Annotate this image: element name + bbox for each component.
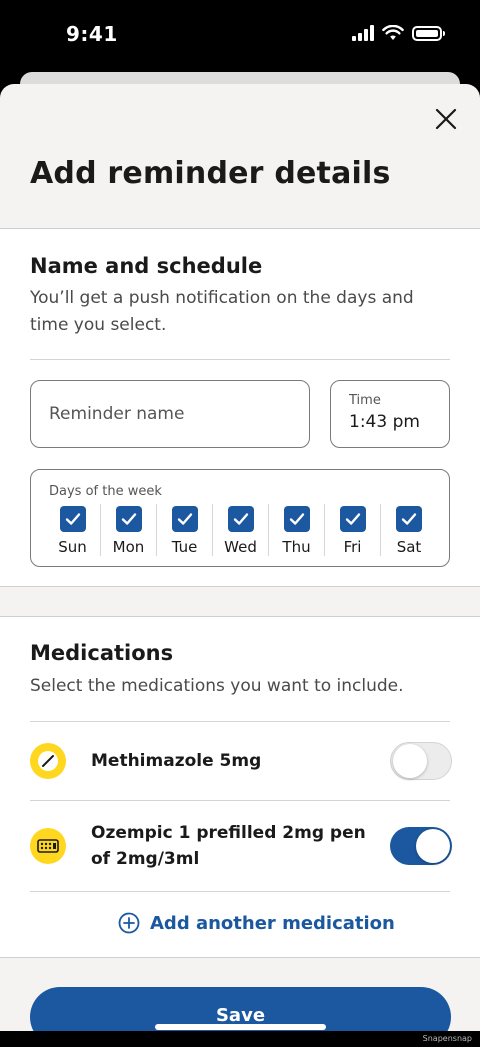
divider bbox=[30, 359, 450, 360]
schedule-description: You’ll get a push notification on the da… bbox=[30, 288, 414, 335]
day-friday[interactable]: Fri bbox=[325, 504, 381, 556]
checkbox-checked-icon[interactable] bbox=[396, 506, 422, 532]
divider bbox=[30, 800, 450, 801]
close-icon bbox=[435, 108, 457, 130]
medications-card: Medications Select the medications you w… bbox=[0, 616, 480, 958]
time-label: Time bbox=[349, 393, 381, 408]
medication-name: Ozempic 1 prefilled 2mg pen of 2mg/3ml bbox=[91, 823, 366, 869]
battery-icon bbox=[412, 25, 445, 41]
checkbox-checked-icon[interactable] bbox=[171, 506, 198, 532]
medications-title: Medications bbox=[30, 641, 174, 665]
medication-item: Methimazole 5mg bbox=[30, 742, 452, 780]
medication-name: Methimazole 5mg bbox=[91, 751, 262, 771]
add-medication-button[interactable]: Add another medication bbox=[118, 912, 395, 934]
day-label: Tue bbox=[171, 538, 198, 556]
status-time: 9:41 bbox=[66, 22, 118, 46]
medication-toggle[interactable] bbox=[390, 827, 452, 865]
day-label: Wed bbox=[224, 538, 257, 556]
divider bbox=[30, 891, 450, 892]
time-picker[interactable]: Time 1:43 pm bbox=[330, 380, 450, 448]
divider bbox=[30, 721, 450, 722]
days-row: Sun Mon Tue Wed Thu Fri Sat bbox=[45, 504, 437, 556]
checkbox-checked-icon[interactable] bbox=[339, 506, 366, 532]
schedule-title: Name and schedule bbox=[30, 254, 263, 278]
checkbox-checked-icon[interactable] bbox=[59, 506, 86, 532]
add-circle-icon bbox=[118, 912, 140, 934]
pill-icon bbox=[30, 743, 66, 779]
day-saturday[interactable]: Sat bbox=[381, 504, 437, 556]
close-button[interactable] bbox=[428, 101, 464, 137]
watermark: Snapensnap bbox=[422, 1034, 472, 1043]
reminder-name-input[interactable] bbox=[30, 380, 310, 448]
checkbox-checked-icon[interactable] bbox=[283, 506, 310, 532]
pen-injector-icon bbox=[30, 828, 66, 864]
day-monday[interactable]: Mon bbox=[101, 504, 157, 556]
day-label: Mon bbox=[112, 538, 145, 556]
medication-item: Ozempic 1 prefilled 2mg pen of 2mg/3ml bbox=[30, 819, 452, 873]
status-icons bbox=[352, 25, 445, 41]
days-label: Days of the week bbox=[49, 484, 162, 499]
schedule-card: Name and schedule You’ll get a push noti… bbox=[0, 228, 480, 587]
page-title: Add reminder details bbox=[30, 156, 391, 191]
cellular-signal-icon bbox=[352, 25, 374, 41]
day-label: Sat bbox=[396, 538, 422, 556]
checkbox-checked-icon[interactable] bbox=[115, 506, 142, 532]
status-bar: 9:41 bbox=[0, 0, 480, 72]
home-bar bbox=[0, 1031, 480, 1047]
day-label: Sun bbox=[58, 538, 87, 556]
home-indicator[interactable] bbox=[155, 1024, 326, 1030]
checkbox-checked-icon[interactable] bbox=[227, 506, 254, 532]
days-of-week-group: Days of the week Sun Mon Tue Wed Thu Fri… bbox=[30, 469, 450, 567]
day-wednesday[interactable]: Wed bbox=[213, 504, 269, 556]
day-thursday[interactable]: Thu bbox=[269, 504, 325, 556]
day-label: Fri bbox=[343, 538, 362, 556]
day-sunday[interactable]: Sun bbox=[45, 504, 101, 556]
day-label: Thu bbox=[282, 538, 311, 556]
wifi-icon bbox=[382, 25, 404, 40]
day-tuesday[interactable]: Tue bbox=[157, 504, 213, 556]
add-medication-label: Add another medication bbox=[150, 912, 395, 934]
time-value: 1:43 pm bbox=[349, 412, 420, 432]
medication-toggle[interactable] bbox=[390, 742, 452, 780]
medications-description: Select the medications you want to inclu… bbox=[30, 676, 404, 696]
reminder-sheet: Add reminder details Name and schedule Y… bbox=[0, 84, 480, 1047]
